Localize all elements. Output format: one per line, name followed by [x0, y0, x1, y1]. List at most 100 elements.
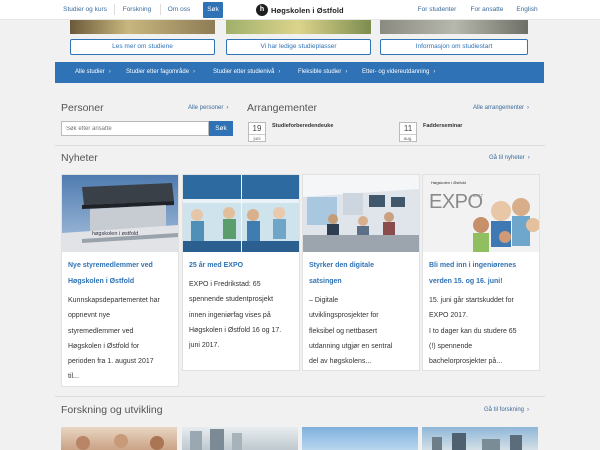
- research-image-city[interactable]: [422, 427, 538, 450]
- event-month: aug.: [400, 134, 416, 142]
- news-excerpt-line: styremedlemmer ved: [68, 327, 134, 335]
- news-title-line: Styrker den digitale: [309, 262, 374, 269]
- news-image-caption: høgskolen i østfold: [92, 231, 139, 237]
- event-date-badge: 19 juni: [248, 122, 266, 142]
- top-navigation: Studier og kurs Forskning Om oss Søk h H…: [0, 0, 600, 20]
- news-excerpt-line: – Digitale: [309, 297, 339, 304]
- news-image-building: høgskolen i østfold: [62, 175, 178, 252]
- chevron-right-icon: ›: [527, 155, 530, 161]
- event-day: 11: [403, 124, 413, 133]
- news-excerpt-line: utdanning utgjør en sentral: [309, 342, 393, 350]
- all-events-label: Alle arrangementer: [473, 105, 525, 111]
- event-title-link[interactable]: Fadderseminar: [423, 123, 462, 129]
- research-image-people[interactable]: [61, 427, 177, 450]
- nav-forskning[interactable]: Forskning: [117, 0, 157, 19]
- all-research-label: Gå til forskning: [484, 407, 525, 413]
- study-start-info-button[interactable]: Informasjon om studiestart: [380, 39, 528, 55]
- news-heading: Nyheter: [61, 152, 98, 164]
- logo-text: Høgskolen i Østfold: [271, 5, 344, 15]
- studybar-item-level[interactable]: Studier etter studienivå ›: [213, 62, 280, 83]
- expo-poster-year: 2017: [473, 193, 484, 198]
- event-title-link[interactable]: Studieforberedendeuke: [272, 123, 333, 129]
- all-news-link[interactable]: Gå til nyheter ›: [489, 155, 530, 161]
- expo-poster-org: Høgskolen i Østfold: [431, 180, 466, 185]
- all-persons-label: Alle personer: [188, 105, 224, 111]
- news-excerpt: 15. juni går startskuddet for EXPO 2017.…: [429, 293, 537, 369]
- top-search-button[interactable]: Søk: [203, 2, 223, 18]
- news-excerpt-line: til...: [68, 373, 79, 381]
- studybar-item-subject[interactable]: Studier etter fagområde ›: [126, 62, 195, 83]
- news-excerpt: EXPO i Fredrikstad: 65 spennende student…: [189, 277, 297, 353]
- chevron-right-icon: ›: [278, 69, 281, 75]
- research-image-sky[interactable]: [302, 427, 418, 450]
- news-excerpt-line: 15. juni går startskuddet for: [429, 297, 514, 304]
- event-date-badge: 11 aug.: [399, 122, 417, 142]
- news-excerpt-line: Høgskolen i Østfold for: [68, 342, 140, 350]
- news-excerpt-line: EXPO i Fredrikstad: 65: [189, 281, 261, 288]
- logo-icon: h: [256, 4, 268, 16]
- event-month: juni: [249, 134, 265, 142]
- news-title-link[interactable]: Styrker den digitale satsingen: [309, 258, 415, 290]
- site-logo[interactable]: h Høgskolen i Østfold: [256, 1, 344, 19]
- studybar-label: Etter- og videreutdanning: [362, 69, 430, 75]
- events-heading: Arrangementer: [247, 102, 318, 114]
- news-title-link[interactable]: 25 år med EXPO: [189, 258, 295, 274]
- news-title-line: Nye styremedlemmer ved: [68, 262, 153, 269]
- news-card[interactable]: høgskolen i østfold Nye styremedlemmer v…: [61, 174, 179, 387]
- nav-for-ansatte[interactable]: For ansatte: [467, 0, 507, 19]
- studybar-label: Studier etter fagområde: [126, 69, 190, 75]
- chevron-right-icon: ›: [108, 69, 111, 75]
- chevron-right-icon: ›: [193, 69, 196, 75]
- news-excerpt-line: juni 2017.: [189, 342, 220, 350]
- studybar-label: Alle studier: [75, 69, 105, 75]
- news-title-line: Høgskolen i Østfold: [68, 278, 135, 285]
- chevron-right-icon: ›: [345, 69, 348, 75]
- studybar-label: Studier etter studienivå: [213, 69, 275, 75]
- promo-image-3[interactable]: [380, 20, 528, 34]
- news-excerpt-line: oppnevnt nye: [68, 312, 111, 320]
- chevron-right-icon: ›: [527, 105, 530, 111]
- persons-heading: Personer: [61, 102, 104, 114]
- read-about-studies-button[interactable]: Les mer om studiene: [70, 39, 215, 55]
- news-card[interactable]: Styrker den digitale satsingen – Digital…: [302, 174, 420, 371]
- news-title-line: verden 15. og 16. juni!: [429, 278, 503, 285]
- nav-om-oss[interactable]: Om oss: [163, 0, 195, 19]
- news-title-link[interactable]: Nye styremedlemmer ved Høgskolen i Østfo…: [68, 258, 174, 290]
- all-events-link[interactable]: Alle arrangementer ›: [473, 105, 529, 111]
- news-excerpt-line: spennende studentprosjekt: [189, 296, 274, 304]
- news-image-expo-students: [183, 175, 299, 252]
- research-image-lab[interactable]: [182, 427, 298, 450]
- news-excerpt-line: utviklingsprosjekter for: [309, 312, 379, 320]
- news-excerpt-line: bachelorprosjekter på...: [429, 358, 503, 366]
- chevron-right-icon: ›: [226, 105, 229, 111]
- studybar-item-all[interactable]: Alle studier ›: [75, 62, 111, 83]
- chevron-right-icon: ›: [527, 407, 530, 413]
- nav-for-studenter[interactable]: For studenter: [414, 0, 460, 19]
- nav-english[interactable]: English: [513, 0, 541, 19]
- news-card[interactable]: Høgskolen i Østfold EXPO 2017 Bli med in…: [422, 174, 540, 371]
- news-title-line: satsingen: [309, 278, 342, 285]
- studybar-item-flexible[interactable]: Fleksible studier ›: [298, 62, 347, 83]
- promo-image-1[interactable]: [70, 20, 215, 34]
- news-excerpt: – Digitale utviklingsprosjekter for flek…: [309, 293, 417, 369]
- studybar-item-further-education[interactable]: Etter- og videreutdanning ›: [362, 62, 435, 83]
- all-research-link[interactable]: Gå til forskning ›: [484, 407, 529, 413]
- nav-studier-og-kurs[interactable]: Studier og kurs: [58, 0, 112, 19]
- news-card[interactable]: 25 år med EXPO EXPO i Fredrikstad: 65 sp…: [182, 174, 300, 371]
- news-image-expo-poster: Høgskolen i Østfold EXPO 2017: [423, 175, 539, 252]
- available-places-button[interactable]: Vi har ledige studieplasser: [226, 39, 371, 55]
- chevron-right-icon: ›: [433, 69, 436, 75]
- news-excerpt-line: EXPO 2017.: [429, 312, 468, 320]
- studybar-label: Fleksible studier: [298, 69, 342, 75]
- news-excerpt-line: perioden fra 1. august 2017: [68, 358, 154, 366]
- all-persons-link[interactable]: Alle personer ›: [188, 105, 228, 111]
- news-title-link[interactable]: Bli med inn i ingeniørenes verden 15. og…: [429, 258, 535, 290]
- employee-search-input[interactable]: [61, 121, 209, 136]
- news-excerpt-line: Kunnskapsdepartementet har: [68, 297, 160, 304]
- news-excerpt-line: del av høgskolens...: [309, 358, 372, 366]
- employee-search-button[interactable]: Søk: [209, 121, 233, 136]
- promo-image-2[interactable]: [226, 20, 371, 34]
- section-divider: [55, 145, 545, 146]
- news-title-line: 25 år med EXPO: [189, 262, 244, 269]
- event-day: 19: [252, 124, 262, 133]
